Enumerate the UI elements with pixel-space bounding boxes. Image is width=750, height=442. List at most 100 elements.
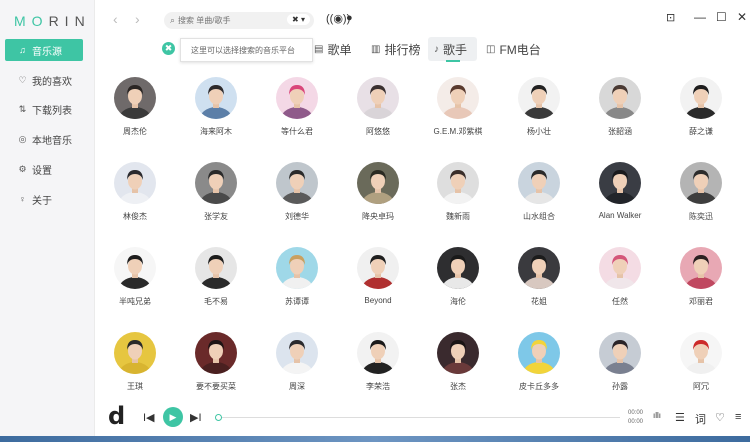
next-button[interactable]: ▶I [190,411,202,424]
singer-card[interactable]: 阿冗 [661,323,741,403]
singer-card[interactable]: 海伦 [418,238,498,318]
queue-icon[interactable]: ≡ [735,411,741,423]
sidebar-item[interactable]: ⇅ 下载列表 [5,98,83,120]
singer-card[interactable]: 张韶涵 [580,68,660,148]
close-button[interactable]: ✕ [737,10,747,24]
singer-card[interactable]: 陈奕迅 [661,153,741,233]
search-box[interactable]: ⌕ ✖ ▾ [164,12,314,29]
app-window: MORIN ♫ 音乐源 ♡ 我的喜欢 ⇅ 下载列表 ◎ 本地音乐 ⚙ 设置 ♀ 关于 ‹ › ⌕ ✖ … [0,0,750,436]
sidebar-item[interactable]: ♫ 音乐源 [5,39,83,61]
sidebar-item-label: 下载列表 [32,105,72,117]
singer-avatar [357,247,399,289]
singer-name: 魏新雨 [446,212,470,221]
tab-playlists[interactable]: ▤ 歌单 [314,41,351,58]
back-button[interactable]: ‹ [113,11,118,27]
singer-card[interactable]: 杨小壮 [499,68,579,148]
singer-card[interactable]: 林俊杰 [95,153,175,233]
singer-card[interactable]: 等什么君 [257,68,337,148]
sidebar-item[interactable]: ◎ 本地音乐 [5,128,83,150]
singer-card[interactable]: 张学友 [176,153,256,233]
radio-tab-icon: ◫ [486,44,496,55]
singer-card[interactable]: 周杰伦 [95,68,175,148]
singer-name: 要不要买菜 [196,382,236,391]
singer-card[interactable]: G.E.M.邓紫棋 [418,68,498,148]
singer-name: 任然 [612,297,628,306]
singer-name: 毛不易 [204,297,228,306]
sidebar-item-label: 设置 [32,165,52,177]
singer-card[interactable]: Beyond [338,238,418,318]
singer-name: 皮卡丘多多 [519,382,559,391]
singer-tab-icon: ♪ [434,44,439,55]
singer-avatar [357,77,399,119]
singer-name: 等什么君 [281,127,313,136]
like-icon[interactable]: ♡ [715,411,725,424]
singer-name: 王琪 [127,382,143,391]
singer-avatar [437,162,479,204]
singer-card[interactable]: 毛不易 [176,238,256,318]
download-icon: ⇅ [18,103,27,114]
singer-card[interactable]: 孙露 [580,323,660,403]
singer-card[interactable]: 邓丽君 [661,238,741,318]
singer-name: 周深 [289,382,305,391]
singer-name: 海伦 [450,297,466,306]
playlist-icon[interactable]: ☰ [675,411,685,424]
singer-avatar [518,247,560,289]
singer-card[interactable]: 任然 [580,238,660,318]
tab-singers[interactable]: ♪ 歌手 [434,41,467,58]
singer-card[interactable]: 阿悠悠 [338,68,418,148]
singer-card[interactable]: 魏新雨 [418,153,498,233]
play-button[interactable]: ▶ [163,407,183,427]
singer-card[interactable]: 花姐 [499,238,579,318]
singer-card[interactable]: 半吨兄弟 [95,238,175,318]
singer-card[interactable]: 降央卓玛 [338,153,418,233]
singer-avatar [680,247,722,289]
sidebar-item-label: 我的喜欢 [32,76,72,88]
source-selector[interactable]: ✖ ▾ [287,14,310,25]
singer-card[interactable]: 海来阿木 [176,68,256,148]
singer-avatar [357,332,399,374]
singer-name: Alan Walker [598,211,642,220]
tab-fm-radio[interactable]: ◫ FM电台 [486,41,541,58]
singer-avatar [357,162,399,204]
singer-name: 孙露 [612,382,628,391]
singer-avatar [437,332,479,374]
progress-track[interactable] [218,417,620,418]
sidebar-item[interactable]: ⚙ 设置 [5,158,83,180]
singer-card[interactable]: 皮卡丘多多 [499,323,579,403]
equalizer-icon[interactable]: ıllı [653,411,661,420]
singer-avatar [114,162,156,204]
singer-name: 山水组合 [523,212,555,221]
about-icon: ♀ [19,194,26,204]
tab-charts[interactable]: ▥ 排行榜 [371,41,420,58]
lyrics-icon[interactable]: 词 [695,411,706,427]
skin-icon[interactable]: ⊡ [666,11,675,24]
local-music-icon: ◎ [18,133,27,144]
singer-card[interactable]: 王琪 [95,323,175,403]
sidebar-item-label: 关于 [32,195,52,207]
minimize-button[interactable]: — [694,10,706,24]
record-icon[interactable]: ● [346,12,353,24]
tab-label: 歌手 [443,43,468,57]
previous-button[interactable]: I◀ [143,411,155,424]
progress-knob[interactable] [215,414,222,421]
singer-avatar [114,77,156,119]
singer-card[interactable]: 薛之谦 [661,68,741,148]
singer-card[interactable]: 苏谭谭 [257,238,337,318]
singer-grid: 周杰伦 海来阿木 等什么君 阿悠悠 G.E.M.邓紫棋 杨小壮 张韶涵 薛之谦林俊杰 张学友 刘德… [95,68,750,400]
singer-avatar [437,247,479,289]
tab-label: 歌单 [327,43,352,57]
forward-button[interactable]: › [135,11,140,27]
singer-card[interactable]: 刘德华 [257,153,337,233]
tooltip-source-icon[interactable]: ✖ [162,42,175,55]
singer-name: 林俊杰 [123,212,147,221]
sidebar-item[interactable]: ♀ 关于 [5,188,83,210]
sidebar-item[interactable]: ♡ 我的喜欢 [5,69,83,91]
search-input[interactable] [178,16,279,25]
singer-card[interactable]: 山水组合 [499,153,579,233]
singer-card[interactable]: 要不要买菜 [176,323,256,403]
singer-card[interactable]: Alan Walker [580,153,660,233]
maximize-button[interactable]: ☐ [716,10,727,24]
singer-card[interactable]: 李荣浩 [338,323,418,403]
singer-card[interactable]: 周深 [257,323,337,403]
singer-card[interactable]: 张杰 [418,323,498,403]
